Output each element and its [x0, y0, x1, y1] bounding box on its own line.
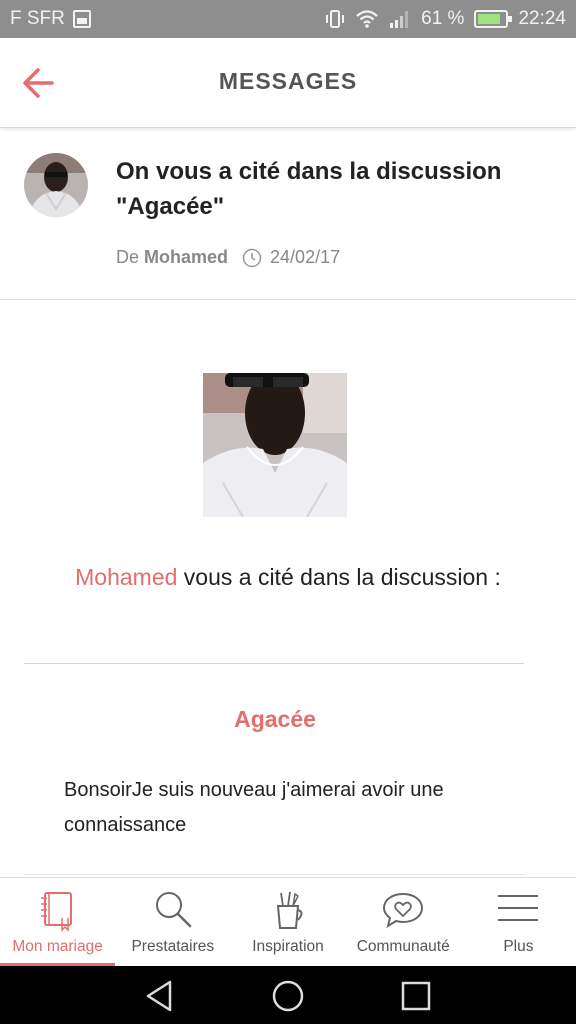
divider: [24, 874, 524, 875]
clock-time: 22:24: [518, 8, 566, 29]
avatar[interactable]: [24, 153, 88, 217]
nav-label: Prestataires: [131, 938, 215, 955]
system-back-icon[interactable]: [142, 978, 178, 1014]
notification-meta: De Mohamed 24/02/17: [116, 247, 340, 268]
clock-icon: [242, 248, 262, 267]
author-photo[interactable]: [203, 373, 347, 517]
message-excerpt: BonsoirJe suis nouveau j'aimerai avoir u…: [64, 779, 444, 836]
vibrate-icon: [326, 10, 345, 28]
battery-charging-icon: [474, 10, 513, 28]
system-recents-icon[interactable]: [398, 978, 434, 1014]
nav-plus[interactable]: Plus: [461, 878, 576, 966]
status-bar: F SFR 61 % 22:24: [0, 0, 576, 38]
planner-book-icon: [40, 892, 72, 932]
nav-inspiration[interactable]: Inspiration: [230, 878, 345, 966]
gallery-notification-icon: [72, 10, 91, 28]
cited-by-name[interactable]: Mohamed: [75, 564, 177, 590]
nav-prestataires[interactable]: Prestataires: [115, 878, 230, 966]
nav-label: Mon mariage: [12, 938, 103, 955]
search-icon: [155, 892, 192, 928]
nav-label: Inspiration: [252, 938, 324, 955]
nav-mon-mariage[interactable]: Mon mariage: [0, 878, 116, 966]
notification-date: 24/02/17: [270, 247, 341, 267]
citation-text: Mohamed vous a cité dans la discussion :: [60, 560, 516, 595]
wifi-icon: [356, 10, 378, 28]
system-home-icon[interactable]: [270, 978, 306, 1014]
from-prefix: De: [116, 247, 140, 267]
notification-header: On vous a cité dans la discussion "Agacé…: [0, 128, 576, 300]
nav-label: Communauté: [356, 938, 450, 955]
battery-percent: 61 %: [421, 8, 465, 29]
inspiration-cup-icon: [276, 891, 303, 929]
citation-sentence: vous a cité dans la discussion :: [183, 564, 501, 590]
notification-title: On vous a cité dans la discussion "Agacé…: [116, 158, 502, 220]
nav-label: Plus: [503, 938, 534, 955]
nav-communaute[interactable]: Communauté: [346, 878, 461, 966]
system-navigation-bar: [0, 966, 576, 1024]
app-bar: MESSAGES: [0, 38, 576, 128]
divider: [24, 663, 524, 664]
discussion-link[interactable]: Agacée: [0, 706, 550, 733]
author-name[interactable]: Mohamed: [144, 247, 228, 268]
carrier-label: F SFR: [10, 8, 65, 29]
signal-icon: [390, 11, 409, 28]
bottom-navigation: Mon mariage Prestataires Inspiration Com…: [0, 877, 576, 966]
community-heart-bubble-icon: [383, 892, 424, 929]
menu-icon: [498, 895, 539, 921]
page-title: MESSAGES: [218, 68, 358, 94]
